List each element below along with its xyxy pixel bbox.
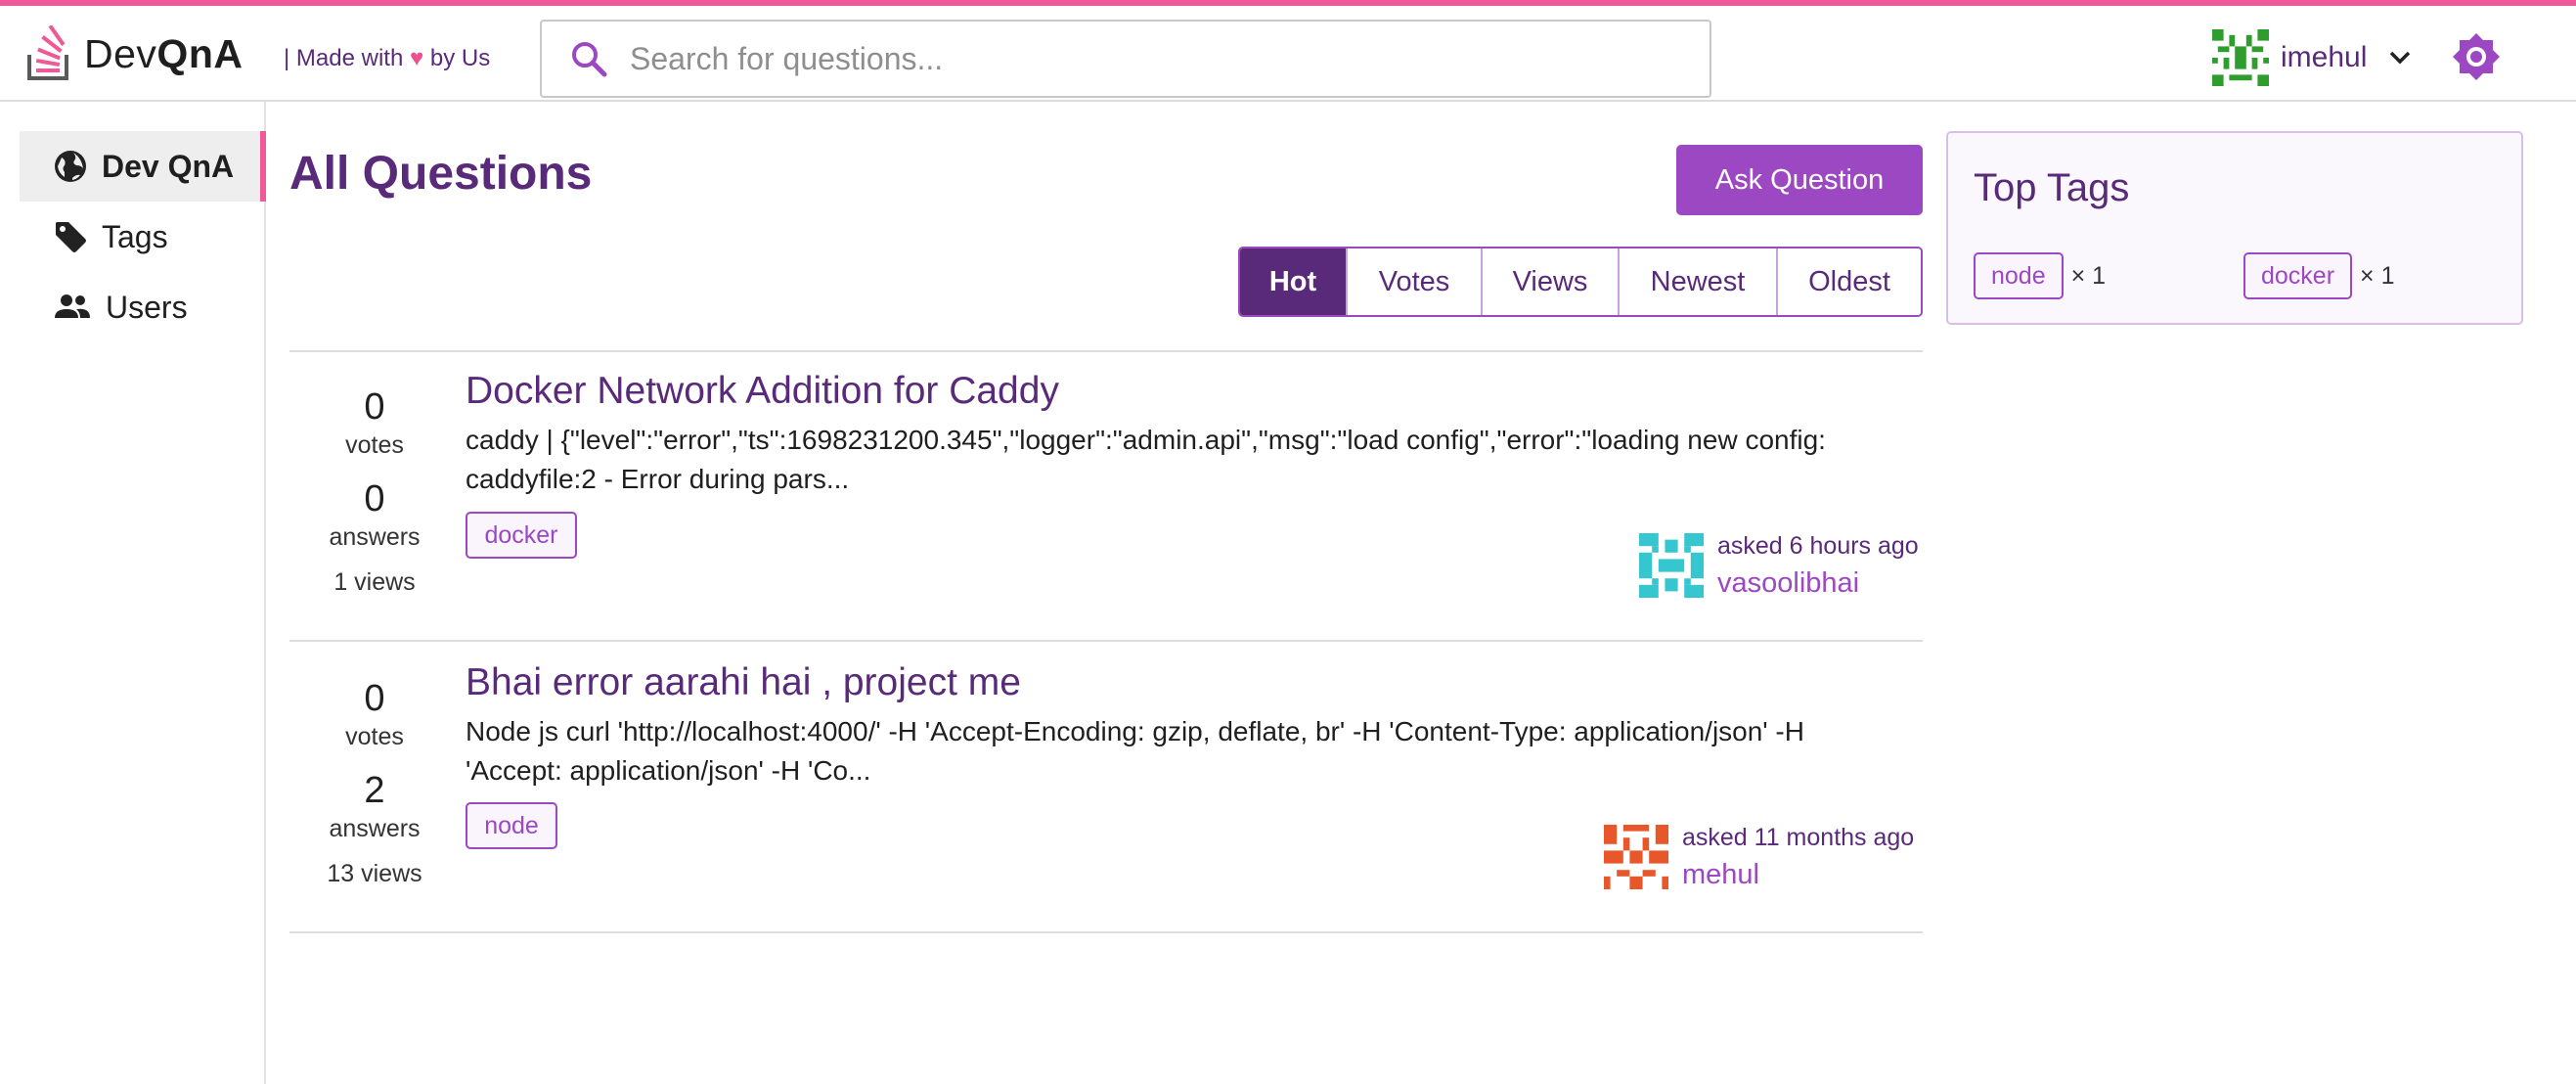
avatar[interactable]	[1639, 533, 1704, 598]
question-title-link[interactable]: Docker Network Addition for Caddy	[466, 370, 1059, 413]
question-author-info: asked 6 hours ago vasoolibhai	[1639, 528, 1919, 603]
tag-icon	[56, 222, 86, 252]
asked-time: asked 11 months ago	[1682, 824, 1915, 851]
theme-toggle-icon[interactable]	[2451, 31, 2502, 82]
answer-count: 2	[364, 770, 385, 811]
votes-label: votes	[345, 723, 404, 750]
heart-icon: ♥	[409, 45, 424, 71]
view-count: 1 views	[333, 568, 416, 596]
sidebar: Dev QnA Tags Users	[0, 102, 266, 1084]
question-author-info: asked 11 months ago mehul	[1604, 820, 1914, 894]
ask-question-button[interactable]: Ask Question	[1676, 145, 1923, 215]
tag-docker[interactable]: docker	[466, 512, 577, 559]
brand-prefix: Dev	[84, 30, 157, 76]
sidebar-item-users[interactable]: Users	[20, 272, 266, 342]
globe-icon	[55, 151, 86, 182]
users-icon	[55, 294, 90, 318]
sidebar-item-label: Tags	[102, 218, 168, 254]
filter-views[interactable]: Views	[1483, 248, 1620, 315]
divider	[289, 931, 1923, 933]
divider	[289, 350, 1923, 352]
vote-count: 0	[364, 678, 385, 719]
tag-node[interactable]: node	[466, 802, 557, 849]
search-input[interactable]	[630, 40, 1666, 77]
search-icon	[572, 42, 607, 77]
stack-logo-icon	[27, 25, 68, 80]
question-title-link[interactable]: Bhai error aarahi hai , project me	[466, 661, 1021, 704]
avatar	[2212, 29, 2269, 86]
answer-count: 0	[364, 478, 385, 519]
search-bar[interactable]	[540, 20, 1711, 98]
top-tag-item: node × 1	[1974, 252, 2106, 299]
author-text: asked 11 months ago mehul	[1682, 820, 1914, 894]
question-stats: 0 votes 0 answers 1 views	[291, 384, 458, 597]
author-text: asked 6 hours ago vasoolibhai	[1717, 528, 1919, 603]
divider	[289, 640, 1923, 642]
votes-label: votes	[345, 431, 404, 459]
answers-label: answers	[329, 523, 421, 551]
vote-count: 0	[364, 386, 385, 428]
brand-suffix: QnA	[156, 30, 244, 76]
filter-hot[interactable]: Hot	[1240, 248, 1348, 315]
tag-docker[interactable]: docker	[2243, 252, 2353, 299]
view-count: 13 views	[327, 860, 422, 887]
brand-name: DevQnA	[84, 31, 243, 77]
tag-count: × 1	[2070, 261, 2107, 290]
sidebar-item-label: Users	[106, 289, 188, 325]
top-tags-title: Top Tags	[1974, 166, 2130, 209]
sort-filter-group: Hot Votes Views Newest Oldest	[1238, 247, 1923, 317]
avatar[interactable]	[1604, 825, 1668, 889]
tag-node[interactable]: node	[1974, 252, 2064, 299]
sidebar-item-dev-qna[interactable]: Dev QnA	[20, 131, 266, 202]
username: imehul	[2281, 41, 2368, 73]
sidebar-item-label: Dev QnA	[102, 148, 235, 184]
author-link[interactable]: mehul	[1682, 855, 1914, 894]
filter-newest[interactable]: Newest	[1620, 248, 1778, 315]
filter-votes[interactable]: Votes	[1348, 248, 1483, 315]
top-navbar: DevQnA | Made with ♥ by Us imehul	[0, 0, 2576, 102]
question-excerpt: Node js curl 'http://localhost:4000/' -H…	[466, 716, 1804, 786]
tag-count: × 1	[2360, 261, 2395, 290]
filter-oldest[interactable]: Oldest	[1778, 248, 1921, 315]
chevron-down-icon	[2390, 51, 2411, 65]
top-tags-panel: Top Tags node × 1 docker × 1	[1946, 131, 2523, 325]
question-stats: 0 votes 2 answers 13 views	[291, 675, 458, 888]
user-menu[interactable]: imehul	[2212, 29, 2412, 86]
tagline-after: by Us	[429, 45, 491, 71]
page-title: All Questions	[289, 148, 593, 200]
sidebar-item-tags[interactable]: Tags	[20, 202, 266, 272]
author-link[interactable]: vasoolibhai	[1717, 564, 1919, 603]
top-tag-item: docker × 1	[2243, 252, 2395, 299]
brand-tagline: | Made with ♥ by Us	[284, 45, 490, 72]
tagline-before: | Made with	[284, 45, 404, 71]
brand-logo[interactable]: DevQnA	[25, 25, 243, 82]
answers-label: answers	[329, 815, 421, 842]
asked-time: asked 6 hours ago	[1717, 532, 1919, 560]
question-excerpt: caddy | {"level":"error","ts":1698231200…	[466, 425, 1826, 494]
